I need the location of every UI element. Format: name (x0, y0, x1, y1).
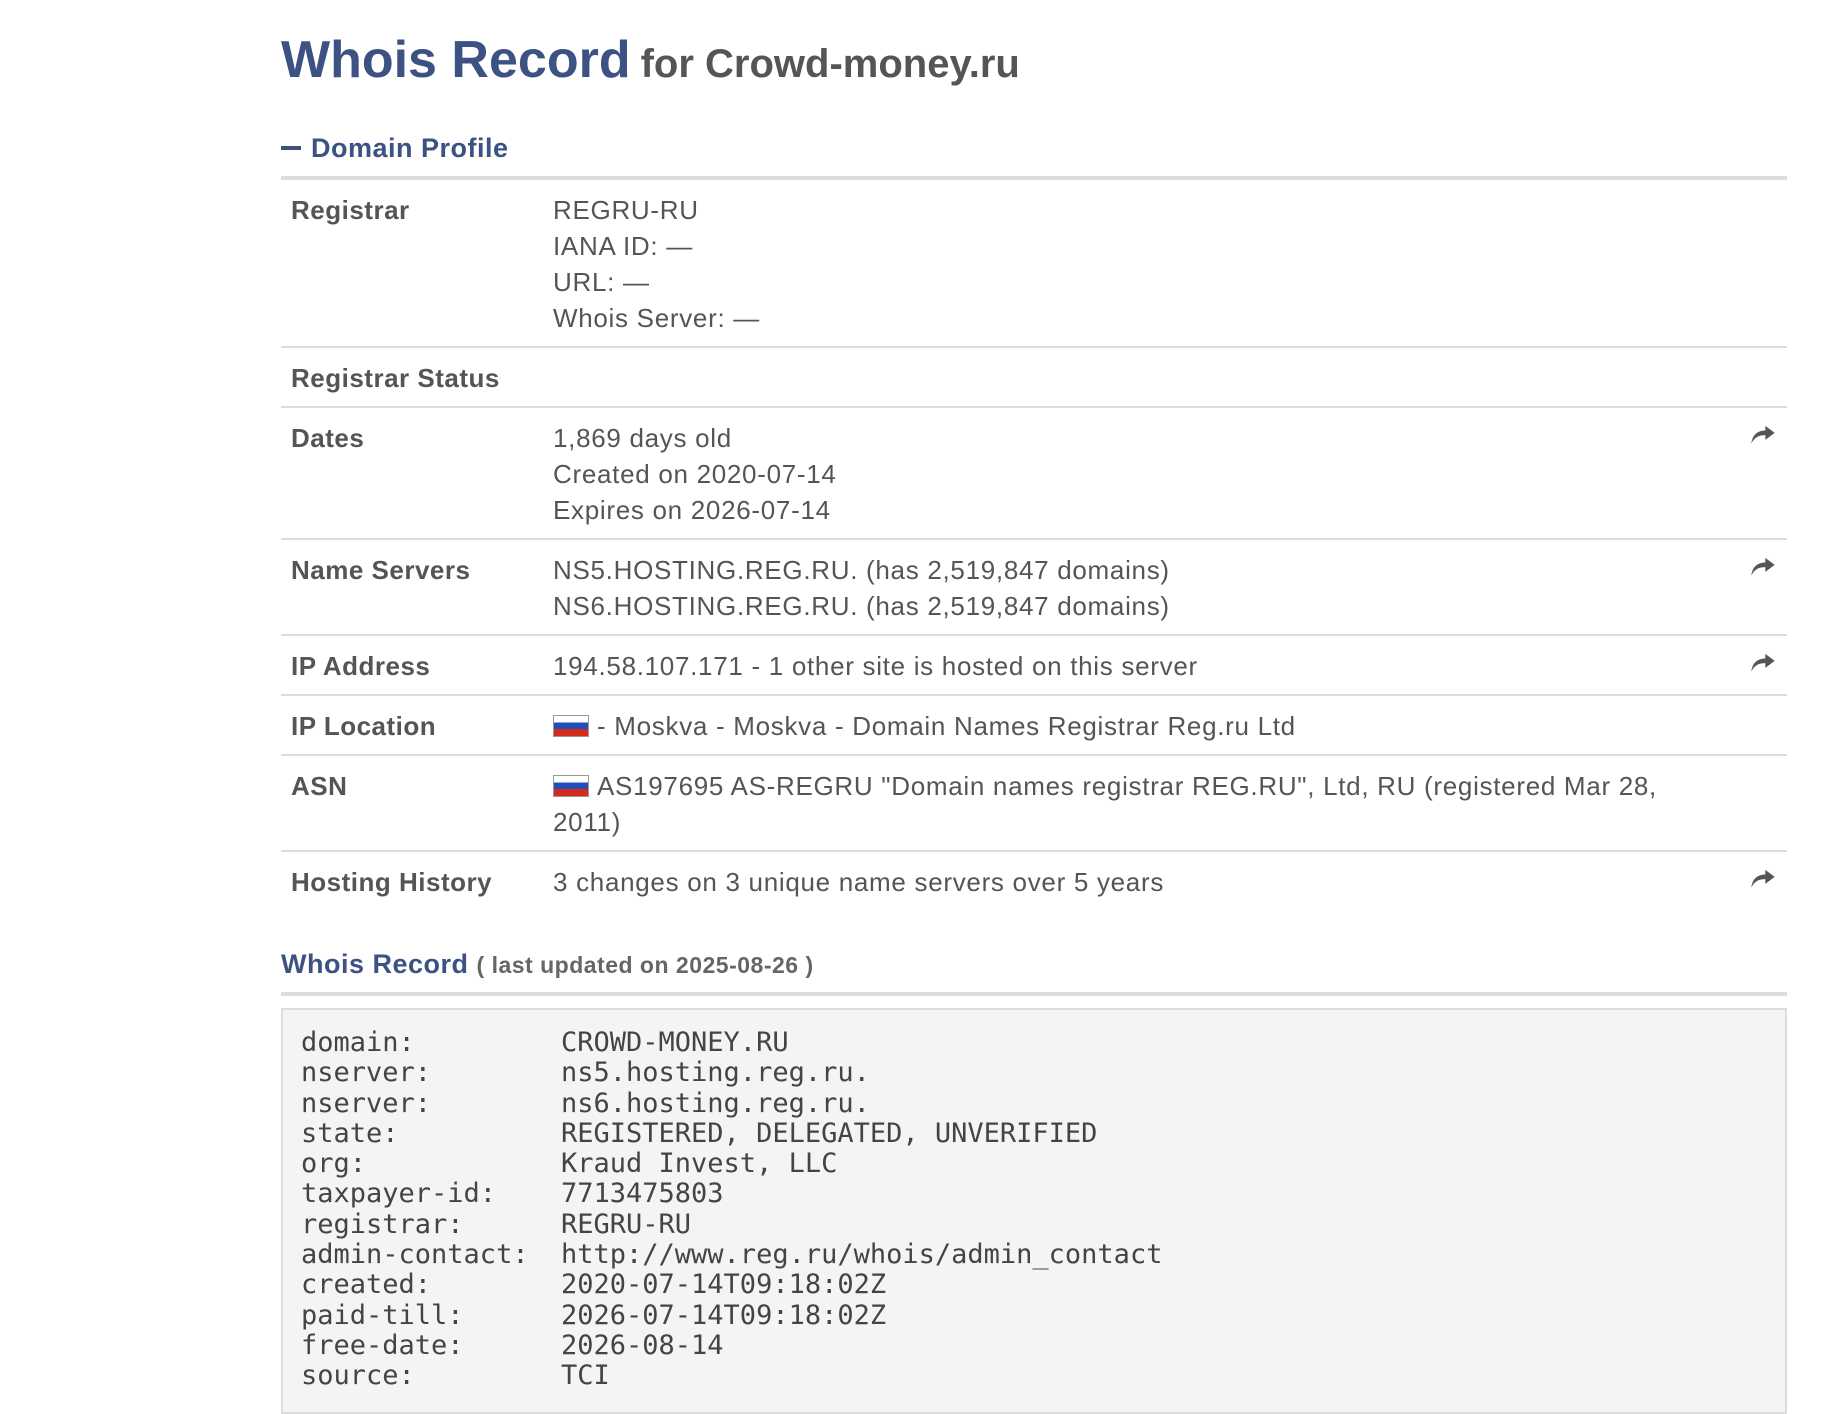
record-key: created: (301, 1269, 432, 1301)
name-server: NS6.HOSTING.REG.RU. (has 2,519,847 domai… (553, 591, 1170, 621)
expires-date: Expires on 2026-07-14 (553, 495, 831, 525)
divider (281, 992, 1787, 996)
share-arrow-icon[interactable] (1749, 864, 1777, 892)
record-line: admin-contact: http://www.reg.ru/whois/ad… (301, 1239, 1767, 1271)
row-dates: Dates 1,869 days old Created on 2020-07-… (281, 408, 1787, 540)
domain-profile-heading: Domain Profile (311, 132, 509, 163)
row-ip-location: IP Location - Moskva - Moskva - Domain N… (281, 696, 1787, 756)
record-key: taxpayer-id: (301, 1178, 497, 1210)
registrar-url: URL: — (553, 267, 650, 297)
last-updated: ( last updated on 2025-08-26 ) (476, 952, 814, 978)
russia-flag-icon (553, 715, 589, 737)
record-line: created: 2020-07-14T09:18:02Z (301, 1269, 1767, 1301)
share-arrow-icon[interactable] (1749, 552, 1777, 580)
record-key: source: (301, 1360, 415, 1392)
record-value: CROWD-MONEY.RU (561, 1027, 789, 1058)
row-asn: ASN AS197695 AS-REGRU "Domain names regi… (281, 756, 1787, 852)
domain-age: 1,869 days old (553, 423, 732, 453)
row-hosting-history: Hosting History 3 changes on 3 unique na… (281, 852, 1787, 910)
share-arrow-icon[interactable] (1749, 648, 1777, 676)
row-value: 1,869 days old Created on 2020-07-14 Exp… (553, 420, 1787, 528)
row-registrar: Registrar REGRU-RU IANA ID: — URL: — Who… (281, 180, 1787, 348)
share-arrow-icon[interactable] (1749, 420, 1777, 448)
record-line: free-date: 2026-08-14 (301, 1329, 1767, 1361)
raw-whois-record: domain: CROWD-MONEY.RU nserver: ns5.hostin… (281, 1008, 1787, 1414)
minus-icon (281, 146, 301, 150)
row-label: Registrar Status (291, 363, 500, 393)
record-value: 7713475803 (561, 1178, 724, 1210)
title-domain: for Crowd-money.ru (640, 42, 1020, 86)
record-value: ns5.hosting.reg.ru. (561, 1057, 870, 1089)
record-line: source: TCI (301, 1360, 1767, 1392)
record-line: nserver: ns5.hosting.reg.ru. (301, 1057, 1767, 1089)
whois-page: Whois Record for Crowd-money.ru Domain Pr… (281, 0, 1787, 1414)
record-title: Whois Record (281, 949, 469, 979)
record-value: REGISTERED, DELEGATED, UNVERIFIED (561, 1117, 1098, 1149)
row-label: ASN (291, 771, 348, 801)
record-key: registrar: (301, 1208, 464, 1240)
row-value (500, 360, 1787, 396)
record-line: domain: CROWD-MONEY.RU (301, 1027, 1767, 1058)
domain-profile-toggle[interactable]: Domain Profile (281, 128, 1787, 168)
profile-table: Registrar REGRU-RU IANA ID: — URL: — Who… (281, 180, 1787, 910)
row-label: IP Location (291, 711, 437, 741)
record-value: Kraud Invest, LLC (561, 1148, 838, 1180)
asn-value: AS197695 AS-REGRU "Domain names registra… (553, 771, 1657, 837)
row-label: IP Address (291, 651, 431, 681)
record-key: state: (301, 1117, 399, 1149)
row-label: Dates (291, 423, 365, 453)
row-label: Hosting History (291, 867, 493, 897)
row-label: Registrar (291, 195, 410, 225)
whois-record-heading: Whois Record ( last updated on 2025-08-2… (281, 944, 1787, 984)
row-name-servers: Name Servers NS5.HOSTING.REG.RU. (has 2,… (281, 540, 1787, 636)
russia-flag-icon (553, 775, 589, 797)
iana-id: IANA ID: — (553, 231, 693, 261)
created-date: Created on 2020-07-14 (553, 459, 837, 489)
name-server: NS5.HOSTING.REG.RU. (has 2,519,847 domai… (553, 555, 1170, 585)
row-label: Name Servers (291, 555, 471, 585)
record-line: paid-till: 2026-07-14T09:18:02Z (301, 1299, 1767, 1331)
record-key: free-date: (301, 1329, 464, 1361)
record-line: taxpayer-id: 7713475803 (301, 1178, 1767, 1210)
record-value: 2020-07-14T09:18:02Z (561, 1269, 887, 1301)
row-ip-address: IP Address 194.58.107.171 - 1 other site… (281, 636, 1787, 696)
row-value: - Moskva - Moskva - Domain Names Registr… (553, 708, 1787, 744)
record-line: state: REGISTERED, DELEGATED, UNVERIFIED (301, 1117, 1767, 1149)
record-value: ns6.hosting.reg.ru. (561, 1087, 870, 1119)
row-value: REGRU-RU IANA ID: — URL: — Whois Server:… (553, 192, 1787, 336)
record-value: REGRU-RU (561, 1208, 692, 1240)
record-key: domain: (301, 1027, 415, 1058)
record-key: nserver: (301, 1057, 432, 1089)
record-value: 2026-07-14T09:18:02Z (561, 1299, 887, 1331)
record-line: nserver: ns6.hosting.reg.ru. (301, 1087, 1767, 1119)
row-registrar-status: Registrar Status (281, 348, 1787, 408)
registrar-name: REGRU-RU (553, 195, 699, 225)
record-value: 2026-08-14 (561, 1329, 724, 1361)
record-value: TCI (561, 1360, 610, 1392)
page-title: Whois Record for Crowd-money.ru (281, 0, 1787, 100)
ip-address-value: 194.58.107.171 - 1 other site is hosted … (553, 651, 1198, 681)
record-key: admin-contact: (301, 1239, 529, 1271)
row-value: AS197695 AS-REGRU "Domain names registra… (553, 768, 1787, 840)
hosting-history-value: 3 changes on 3 unique name servers over … (553, 867, 1165, 897)
record-line: org: Kraud Invest, LLC (301, 1148, 1767, 1180)
row-value: 194.58.107.171 - 1 other site is hosted … (553, 648, 1787, 684)
title-main: Whois Record (281, 31, 631, 89)
whois-server: Whois Server: — (553, 303, 760, 333)
record-value: http://www.reg.ru/whois/admin_contact (561, 1239, 1163, 1271)
ip-location-value: - Moskva - Moskva - Domain Names Registr… (597, 711, 1296, 741)
record-key: paid-till: (301, 1299, 464, 1331)
record-line: registrar: REGRU-RU (301, 1208, 1767, 1240)
row-value: 3 changes on 3 unique name servers over … (553, 864, 1787, 900)
record-key: org: (301, 1148, 367, 1180)
record-key: nserver: (301, 1087, 432, 1119)
row-value: NS5.HOSTING.REG.RU. (has 2,519,847 domai… (553, 552, 1787, 624)
